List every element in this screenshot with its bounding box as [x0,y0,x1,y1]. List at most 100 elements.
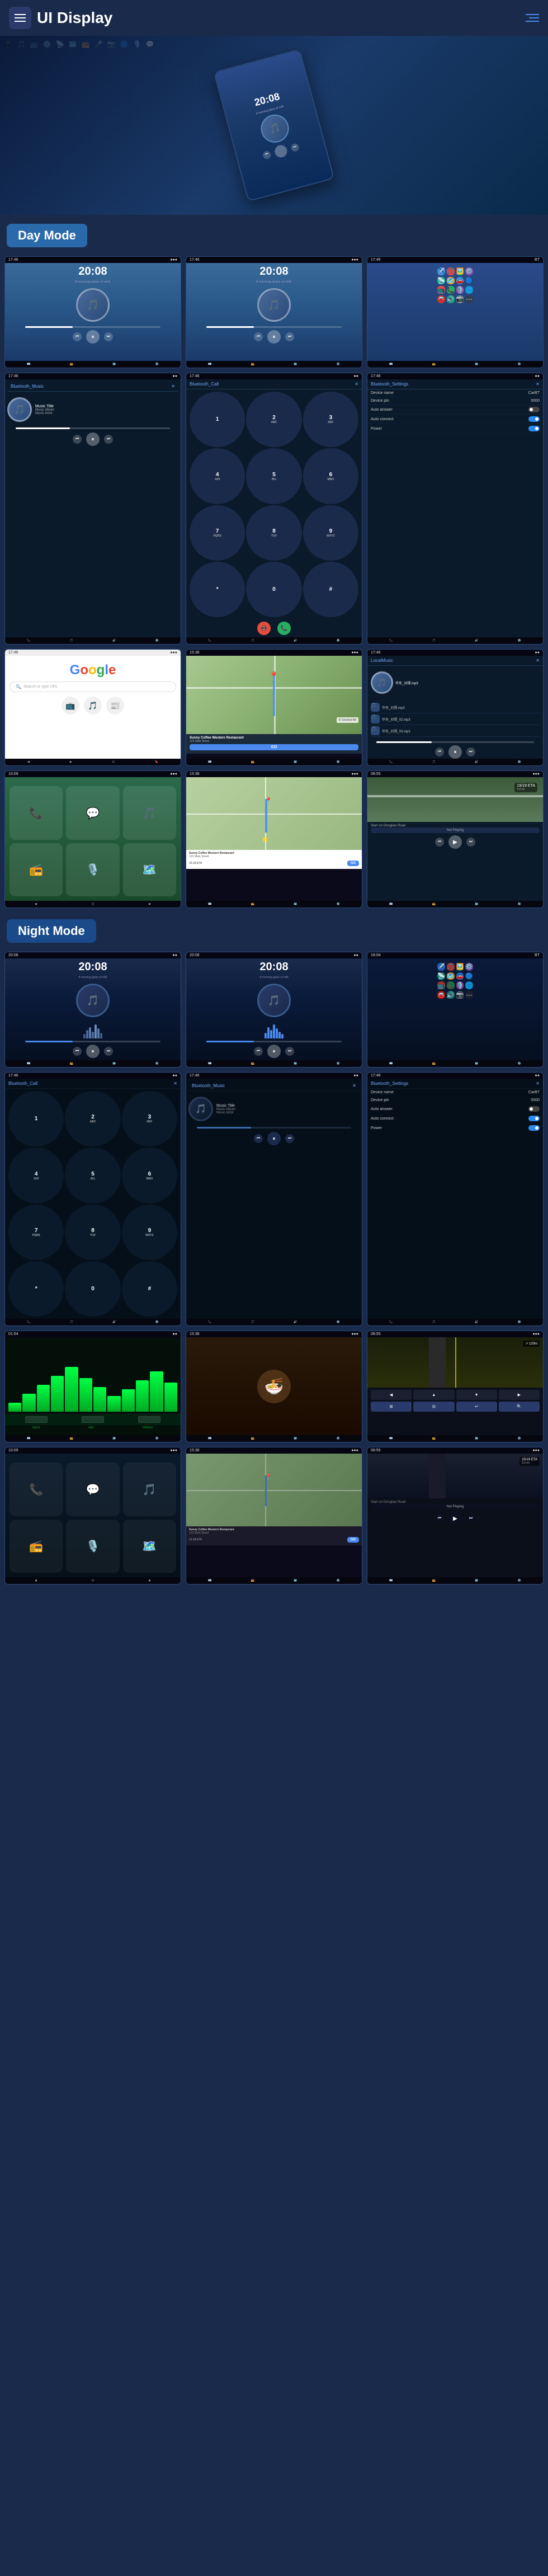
night-app-carplay[interactable]: 🚗 [456,972,464,980]
shortcut-3[interactable]: 📰 [106,697,124,714]
night-dial-1[interactable]: 1 [8,1091,64,1146]
app-phone[interactable]: 📞 [447,286,455,294]
app-telegram[interactable]: ✈️ [437,267,445,275]
night-road-act-7[interactable]: ↩ [456,1402,497,1412]
night-app-telegram[interactable]: ✈️ [437,963,445,971]
iphone-app-music[interactable]: 🎵 [123,786,176,839]
night-road-2-play[interactable]: ▶ [448,1512,462,1525]
local-progress[interactable] [376,741,535,743]
menu-button[interactable] [9,7,31,29]
night-app-phone[interactable]: 📞 [447,981,455,989]
night-road-2-next[interactable]: ⏭ [466,1514,475,1523]
night-dial-hash[interactable]: # [122,1261,177,1317]
night-auto-answer-toggle[interactable] [528,1106,540,1112]
night-next-2[interactable]: ⏭ [285,1047,294,1056]
music-item-3[interactable]: 🎵 华东_对视_03.mp3 [371,725,540,737]
night-iphone-app-podcast[interactable]: 🎙️ [66,1520,119,1573]
iphone-app-msg[interactable]: 💬 [66,786,119,839]
dial-4[interactable]: 4GHI [190,448,245,504]
app-radio[interactable]: 📡 [437,277,445,285]
go-button[interactable]: GO [190,744,358,750]
night-dial-4[interactable]: 4GHI [8,1148,64,1203]
night-app-settings[interactable]: ⚙️ [465,963,473,971]
answer-btn[interactable]: 📞 [277,622,291,635]
night-app-car[interactable]: 🚘 [437,991,445,999]
progress-bar-1[interactable] [25,326,160,328]
iphone-app-maps[interactable]: 🗺️ [123,843,176,896]
iphone-app-radio[interactable]: 📻 [10,843,63,896]
music-item-2[interactable]: 🎵 华东_对视_02.mp3 [371,713,540,725]
night-bt-next[interactable]: ⏭ [285,1134,294,1143]
dial-6[interactable]: 6MNO [303,448,358,504]
progress-bar-2[interactable] [206,326,342,328]
prev-btn-2[interactable]: ⏮ [254,332,263,341]
auto-answer-toggle[interactable] [528,407,540,412]
app-settings[interactable]: ⚙️ [465,267,473,275]
night-road-act-5[interactable]: ⊞ [371,1402,412,1412]
app-web[interactable]: 🌐 [465,286,473,294]
nav-icon[interactable] [526,14,539,22]
hang-up-btn[interactable]: 📵 [257,622,271,635]
app-video[interactable]: 📺 [437,286,445,294]
night-next-1[interactable]: ⏭ [104,1047,113,1056]
night-app-bt[interactable]: 🔵 [465,972,473,980]
night-road-act-6[interactable]: ⊟ [413,1402,454,1412]
dial-5[interactable]: 5JKL [246,448,301,504]
prev-btn-1[interactable]: ⏮ [73,332,82,341]
night-road-act-4[interactable]: ▶ [499,1390,540,1400]
night-go-btn[interactable]: GO [347,1537,359,1543]
night-prev-2[interactable]: ⏮ [254,1047,263,1056]
night-app-mic[interactable]: 🎙️ [456,981,464,989]
night-play-2[interactable]: ⏸ [267,1045,281,1058]
app-photos[interactable]: 🖼️ [456,267,464,275]
dial-1[interactable]: 1 [190,392,245,447]
night-app-music[interactable]: 🎵 [447,963,455,971]
hero-play-btn[interactable] [273,143,289,158]
night-dial-star[interactable]: * [8,1261,64,1317]
dial-3[interactable]: 3DEF [303,392,358,447]
night-dial-8[interactable]: 8TUV [65,1205,120,1260]
dial-star[interactable]: * [190,562,245,617]
music-item-1[interactable]: 🎵 华东_对视.mp3 [371,702,540,713]
night-app-map[interactable]: 🗺️ [447,972,455,980]
bt-prev[interactable]: ⏮ [73,435,82,444]
night-prev-1[interactable]: ⏮ [73,1047,82,1056]
local-play[interactable]: ⏸ [448,745,462,759]
night-app-web[interactable]: 🌐 [465,981,473,989]
dial-7[interactable]: 7PQRS [190,505,245,561]
shortcut-2[interactable]: 🎵 [84,697,102,714]
power-toggle[interactable] [528,426,540,431]
dial-8[interactable]: 8TUV [246,505,301,561]
night-iphone-app-radio[interactable]: 📻 [10,1520,63,1573]
auto-connect-toggle[interactable] [528,416,540,422]
night-dial-6[interactable]: 6MNO [122,1148,177,1203]
dial-9[interactable]: 9WXYZ [303,505,358,561]
night-iphone-app-music[interactable]: 🎵 [123,1463,176,1516]
eq-ctrl-1[interactable] [25,1416,48,1423]
app-music[interactable]: 🎵 [447,267,455,275]
night-progress-1[interactable] [25,1041,160,1042]
eq-ctrl-3[interactable] [138,1416,160,1423]
bt-play[interactable]: ⏸ [86,433,100,446]
night-iphone-app-msg[interactable]: 💬 [66,1463,119,1516]
night-app-video[interactable]: 📺 [437,981,445,989]
app-car[interactable]: 🚘 [437,295,445,303]
night-dial-7[interactable]: 7PQRS [8,1205,64,1260]
app-mic[interactable]: 🎙️ [456,286,464,294]
night-road-act-8[interactable]: 🔍 [499,1402,540,1412]
next-btn-1[interactable]: ⏭ [104,332,113,341]
dial-hash[interactable]: # [303,562,358,617]
app-more[interactable]: ⋯ [465,295,473,303]
hero-prev-btn[interactable]: ⏮ [262,150,272,159]
night-auto-connect-toggle[interactable] [528,1116,540,1121]
night-bt-prev[interactable]: ⏮ [254,1134,263,1143]
night-play-1[interactable]: ⏸ [86,1045,100,1058]
play-btn-2[interactable]: ⏸ [267,330,281,344]
app-map[interactable]: 🗺️ [447,277,455,285]
night-power-toggle[interactable] [528,1125,540,1131]
app-bt[interactable]: 🔵 [465,277,473,285]
hero-next-btn[interactable]: ⏭ [290,143,300,152]
night-app-sound[interactable]: 🔊 [447,991,455,999]
local-prev[interactable]: ⏮ [435,748,444,756]
night-road-2-prev[interactable]: ⏮ [435,1514,444,1523]
